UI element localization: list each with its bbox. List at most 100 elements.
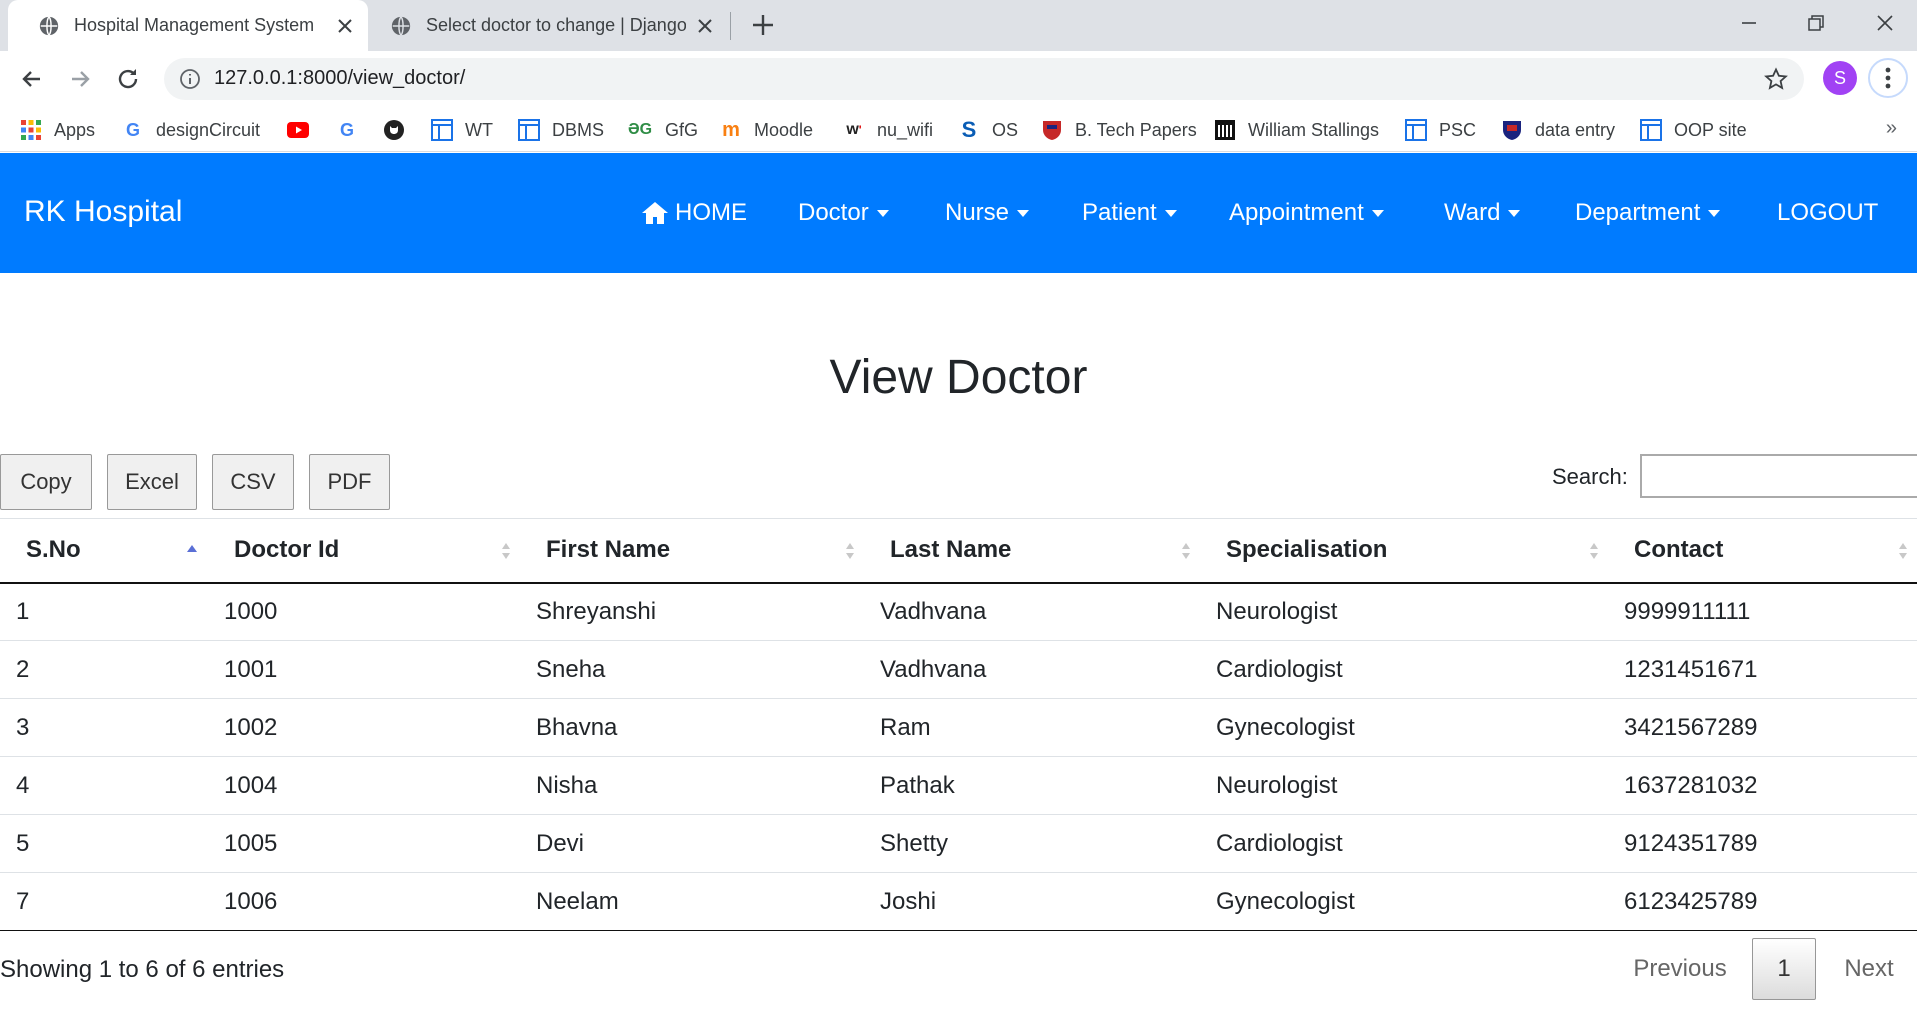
close-tab-icon[interactable] [696, 17, 714, 35]
search-input[interactable] [1640, 454, 1917, 498]
reload-icon[interactable] [114, 65, 142, 93]
bookmark-youtube[interactable] [287, 117, 321, 143]
bookmark-data-entry[interactable]: data entry [1501, 117, 1615, 143]
more-bookmarks-button[interactable]: » [1886, 117, 1897, 140]
browser-tab[interactable]: Select doctor to change | Django [368, 0, 728, 51]
cell-specialisation: Gynecologist [1200, 698, 1608, 757]
table-row: 1 1000 Shreyanshi Vadhvana Neurologist 999991… [0, 582, 1917, 641]
cell-specialisation: Neurologist [1200, 582, 1608, 641]
cell-contact: 9999911111 [1608, 582, 1917, 641]
browser-tab-active[interactable]: Hospital Management System [8, 0, 368, 51]
address-bar[interactable]: 127.0.0.1:8000/view_doctor/ [164, 58, 1804, 100]
profile-avatar[interactable]: S [1823, 61, 1857, 95]
bookmark-apps[interactable]: Apps [20, 117, 95, 143]
nav-ward-dropdown[interactable]: Ward [1444, 199, 1521, 227]
forward-arrow-icon[interactable] [66, 65, 94, 93]
sort-both-icon [1590, 543, 1598, 559]
copy-button[interactable]: Copy [0, 454, 92, 510]
cell-sno: 5 [0, 814, 208, 873]
table-row: 3 1002 Bhavna Ram Gynecologist 3421567289 [0, 698, 1917, 757]
minimize-icon[interactable] [1736, 10, 1762, 36]
column-header-first-name[interactable]: First Name [520, 518, 864, 584]
bookmark-github[interactable] [383, 117, 417, 143]
cell-doctor-id: 1006 [208, 872, 520, 931]
bookmark-label: nu_wifi [877, 119, 934, 140]
bookmark-google[interactable]: G [336, 117, 370, 143]
excel-button[interactable]: Excel [107, 454, 197, 510]
cell-doctor-id: 1001 [208, 640, 520, 699]
bookmark-wt[interactable]: WT [431, 117, 493, 143]
url-text[interactable]: 127.0.0.1:8000/view_doctor/ [214, 67, 465, 90]
search-label: Search: [1552, 464, 1628, 489]
bookmark-dbms[interactable]: DBMS [518, 117, 604, 143]
brand-link[interactable]: RK Hospital [24, 195, 182, 229]
page-1-button[interactable]: 1 [1752, 938, 1816, 1000]
doctor-table: S.No Doctor Id First Name Last Name Spec… [0, 518, 1917, 931]
close-window-icon[interactable] [1872, 10, 1898, 36]
pdf-button[interactable]: PDF [309, 454, 390, 510]
github-icon [383, 119, 405, 141]
caret-down-icon [1164, 209, 1177, 217]
column-header-contact[interactable]: Contact [1608, 518, 1917, 584]
table-row: 5 1005 Devi Shetty Cardiologist 9124351789 [0, 814, 1917, 873]
column-header-doctor-id[interactable]: Doctor Id [208, 518, 520, 584]
sort-both-icon [846, 543, 854, 559]
wifi-logo-icon: w ' [846, 121, 862, 138]
globe-icon [39, 15, 59, 36]
close-tab-icon[interactable] [336, 17, 354, 35]
bookmark-label: B. Tech Papers [1075, 119, 1197, 140]
info-icon[interactable] [179, 68, 201, 90]
bookmark-btech-papers[interactable]: B. Tech Papers [1041, 117, 1197, 143]
cell-last-name: Pathak [864, 756, 1200, 815]
header-label: S.No [26, 536, 81, 564]
bookmark-nu-wifi[interactable]: w ' nu_wifi [843, 117, 933, 143]
bookmark-star-icon[interactable] [1764, 67, 1788, 91]
cell-contact: 1637281032 [1608, 756, 1917, 815]
bookmark-designcircuit[interactable]: G designCircuit [122, 117, 260, 143]
bookmark-oop-site[interactable]: OOP site [1640, 117, 1747, 143]
next-page-button[interactable]: Next [1826, 938, 1912, 1000]
browser-menu-button[interactable] [1868, 58, 1908, 98]
cell-sno: 1 [0, 582, 208, 641]
csv-button[interactable]: CSV [212, 454, 294, 510]
site-navbar: RK Hospital HOME Doctor Nurse Patient Ap… [0, 153, 1917, 273]
bookmark-gfg[interactable]: ƏG GfG [627, 117, 698, 143]
column-header-last-name[interactable]: Last Name [864, 518, 1200, 584]
window-icon [518, 119, 540, 141]
bookmarks-bar: Apps G designCircuit G WT DBMS ƏG GfG m … [0, 107, 1917, 152]
bookmark-moodle[interactable]: m Moodle [720, 117, 813, 143]
previous-page-button[interactable]: Previous [1618, 938, 1742, 1000]
column-header-specialisation[interactable]: Specialisation [1200, 518, 1608, 584]
bookmark-os[interactable]: S OS [958, 117, 1018, 143]
nav-home[interactable]: HOME [641, 199, 747, 227]
bookmark-label: OOP site [1674, 119, 1747, 140]
nav-logout[interactable]: LOGOUT [1777, 199, 1878, 227]
bookmark-psc[interactable]: PSC [1405, 117, 1476, 143]
google-g-icon: G [125, 119, 140, 140]
bookmark-label: WT [465, 119, 493, 140]
nav-doctor-dropdown[interactable]: Doctor [798, 199, 889, 227]
table-row: 2 1001 Sneha Vadhvana Cardiologist 1231451671 [0, 640, 1917, 699]
cell-sno: 4 [0, 756, 208, 815]
back-arrow-icon[interactable] [18, 65, 46, 93]
sort-ascending-icon [187, 545, 197, 552]
new-tab-icon[interactable] [750, 12, 776, 38]
bookmark-label: designCircuit [156, 119, 261, 140]
nav-nurse-dropdown[interactable]: Nurse [945, 199, 1030, 227]
restore-icon[interactable] [1803, 10, 1829, 36]
cell-doctor-id: 1005 [208, 814, 520, 873]
nav-patient-dropdown[interactable]: Patient [1082, 199, 1177, 227]
cell-first-name: Sneha [520, 640, 864, 699]
google-g-icon: G [339, 119, 354, 140]
nav-label: Ward [1444, 199, 1501, 226]
bookmark-william-stallings[interactable]: William Stallings [1214, 117, 1379, 143]
nav-home-label: HOME [675, 199, 747, 226]
column-header-sno[interactable]: S.No [0, 518, 208, 584]
cell-first-name: Neelam [520, 872, 864, 931]
nav-appointment-dropdown[interactable]: Appointment [1229, 199, 1384, 227]
cell-first-name: Devi [520, 814, 864, 873]
bookmark-label: GfG [665, 119, 699, 140]
cell-doctor-id: 1000 [208, 582, 520, 641]
nav-department-dropdown[interactable]: Department [1575, 199, 1721, 227]
cell-first-name: Shreyanshi [520, 582, 864, 641]
